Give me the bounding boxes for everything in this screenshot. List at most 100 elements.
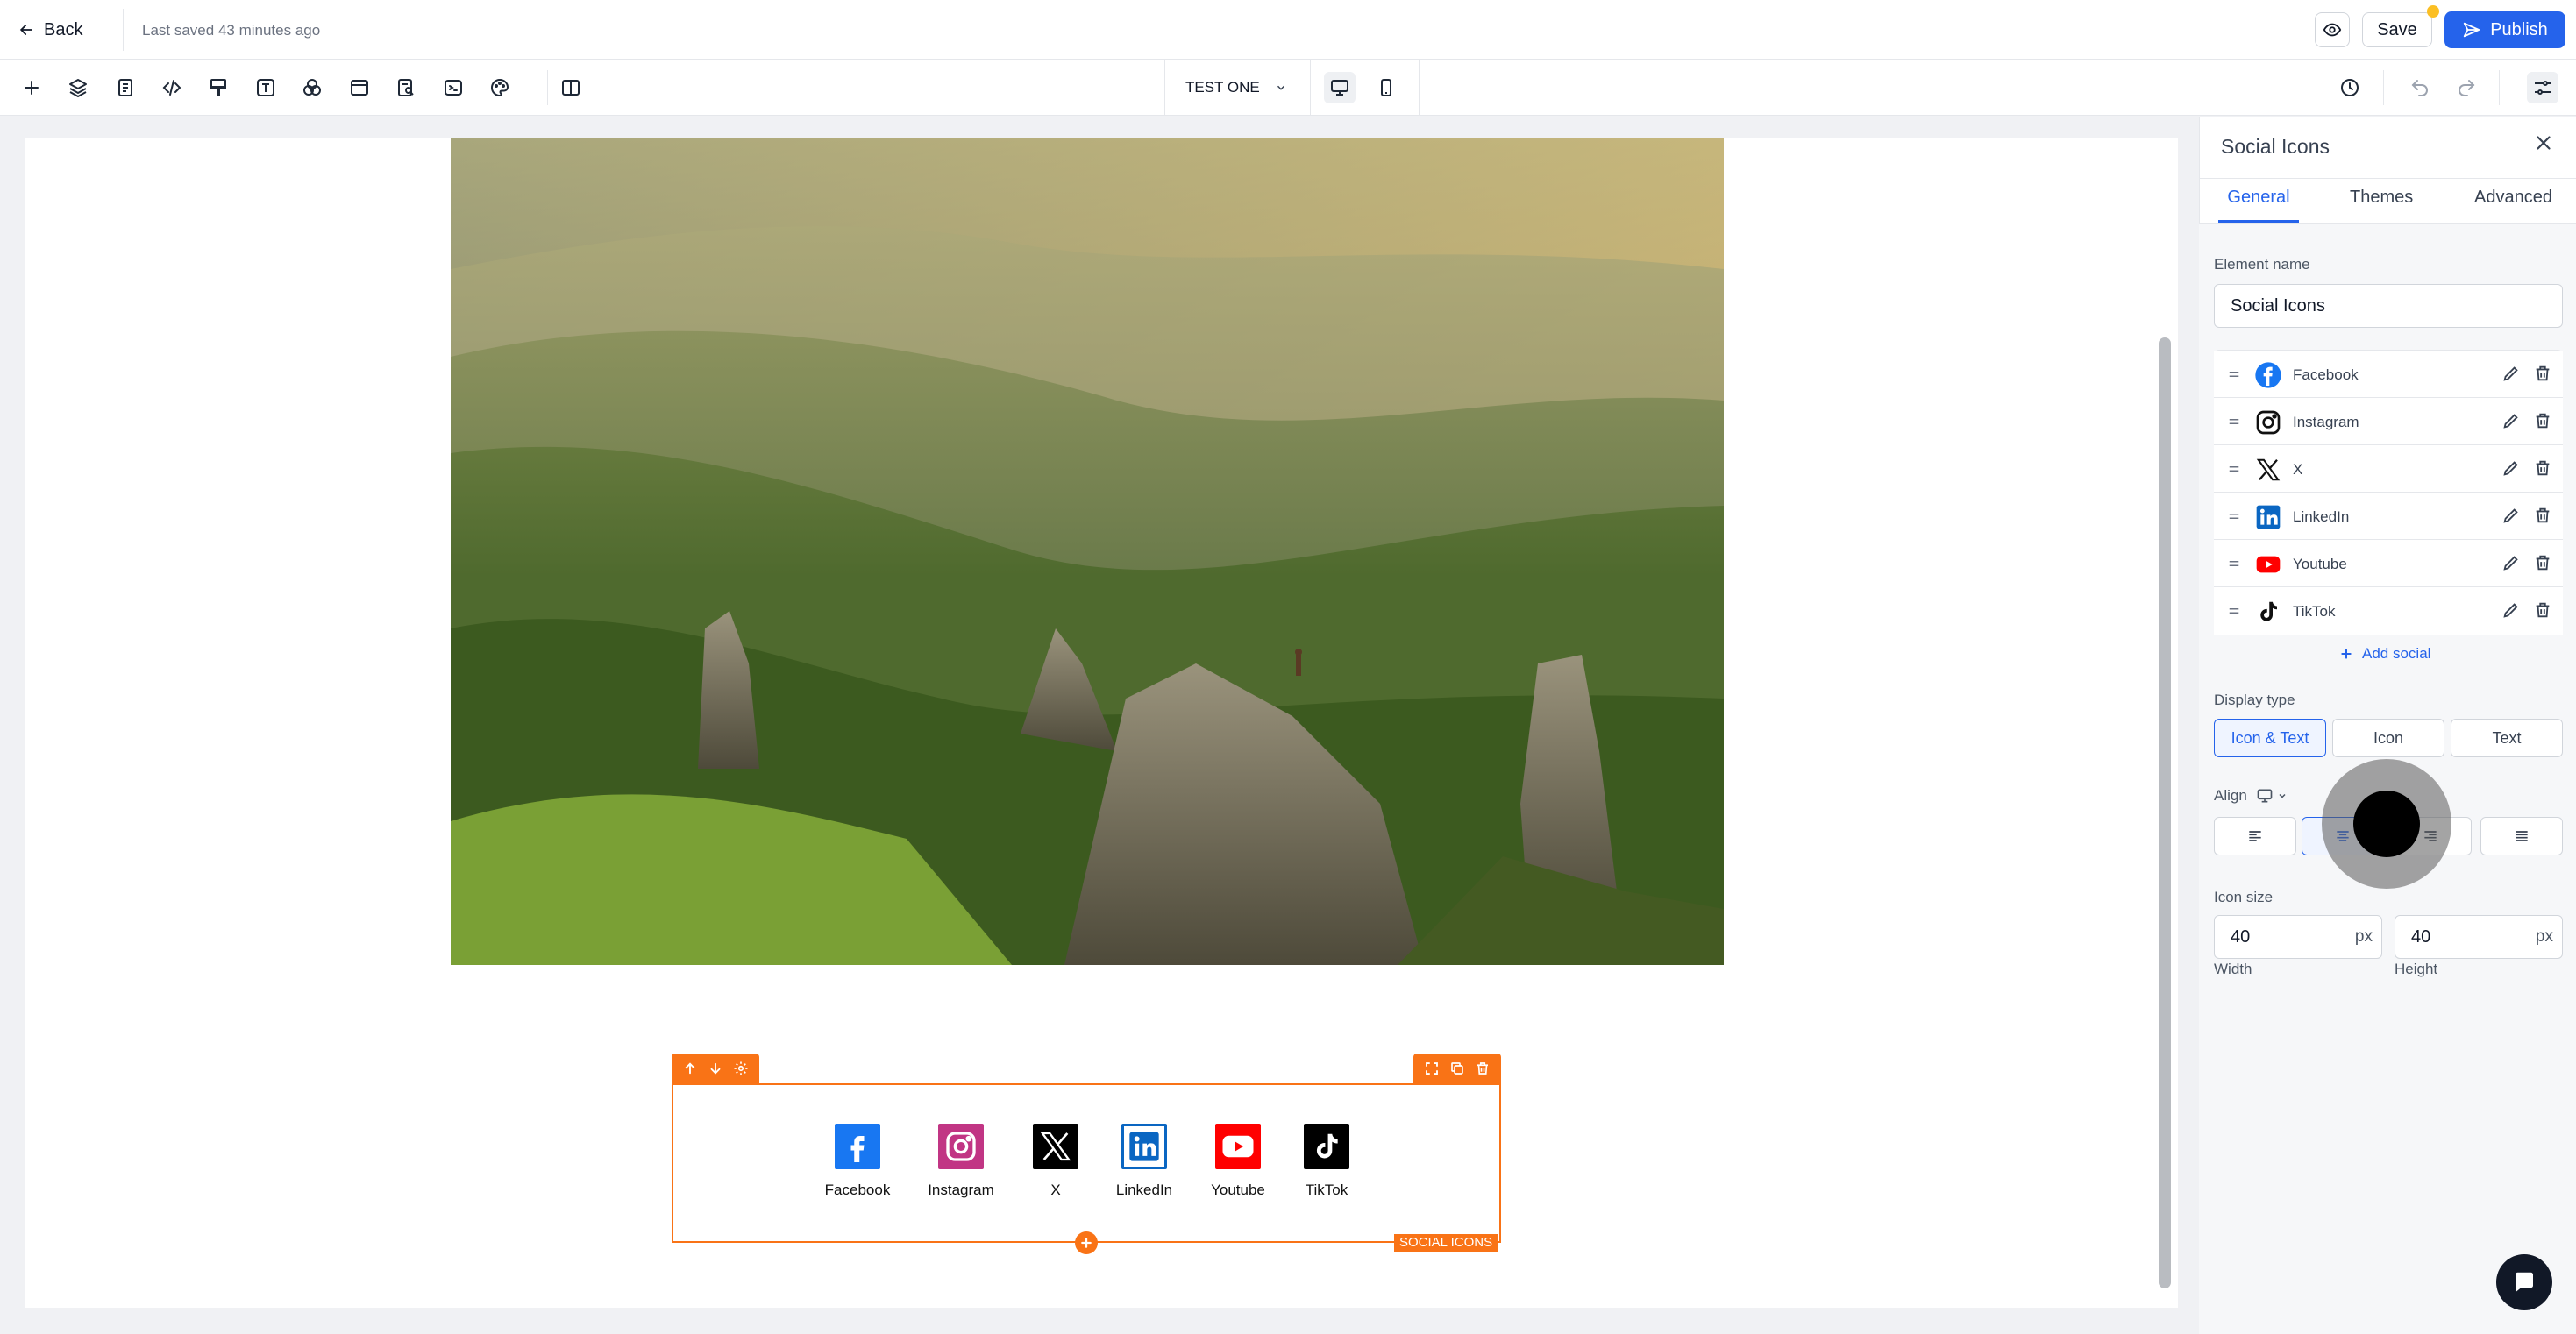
element-name-input[interactable]: Social Icons xyxy=(2214,284,2563,328)
expand-icon[interactable] xyxy=(1424,1061,1440,1076)
add-social-button[interactable]: Add social xyxy=(2339,645,2430,663)
display-type-text[interactable]: Text xyxy=(2451,719,2563,757)
social-row-instagram[interactable]: Instagram xyxy=(2214,398,2563,445)
social-name: LinkedIn xyxy=(2293,508,2350,525)
drag-handle-icon[interactable] xyxy=(2226,556,2242,571)
align-label-row: Align xyxy=(2214,787,2288,805)
social-row-facebook[interactable]: Facebook xyxy=(2214,351,2563,398)
terminal-icon[interactable] xyxy=(438,72,469,103)
social-item-youtube[interactable]: Youtube xyxy=(1190,1124,1286,1199)
close-icon[interactable] xyxy=(2532,131,2555,154)
publish-button[interactable]: Publish xyxy=(2444,11,2565,48)
editor-toolbar: TEST ONE xyxy=(0,60,2576,116)
social-label: TikTok xyxy=(1305,1181,1348,1198)
edit-icon[interactable] xyxy=(2501,411,2521,430)
drag-handle-icon[interactable] xyxy=(2226,508,2242,524)
social-label: LinkedIn xyxy=(1115,1181,1173,1198)
height-label: Height xyxy=(2395,961,2438,977)
edit-icon[interactable] xyxy=(2501,506,2521,525)
pages-icon[interactable] xyxy=(110,72,141,103)
social-label: Facebook xyxy=(824,1181,891,1198)
linkedin-icon xyxy=(1121,1124,1167,1169)
paint-icon[interactable] xyxy=(203,72,234,103)
mobile-view-icon[interactable] xyxy=(1370,72,1402,103)
move-up-icon[interactable] xyxy=(682,1061,698,1076)
icon-width-input[interactable]: 40 px xyxy=(2214,915,2382,959)
settings-sliders-icon[interactable] xyxy=(2527,72,2558,103)
tab-themes[interactable]: Themes xyxy=(2350,188,2413,208)
align-justify-button[interactable] xyxy=(2480,817,2563,855)
desktop-view-icon[interactable] xyxy=(1324,72,1356,103)
code-icon[interactable] xyxy=(156,72,188,103)
edit-icon[interactable] xyxy=(2501,458,2521,478)
trash-icon[interactable] xyxy=(2533,411,2552,430)
align-left-button[interactable] xyxy=(2214,817,2296,855)
drag-handle-icon[interactable] xyxy=(2226,461,2242,477)
history-icon[interactable] xyxy=(2334,72,2366,103)
social-row-x[interactable]: X xyxy=(2214,445,2563,493)
drag-handle-icon[interactable] xyxy=(2226,603,2242,619)
trash-icon[interactable] xyxy=(1475,1061,1491,1076)
panel-title: Social Icons xyxy=(2221,135,2330,158)
align-left-icon xyxy=(2249,831,2261,841)
element-type-tag: SOCIAL ICONS xyxy=(1394,1234,1498,1252)
save-button[interactable]: Save xyxy=(2362,12,2432,47)
saved-status: Last saved 43 minutes ago xyxy=(142,22,321,39)
edit-icon[interactable] xyxy=(2501,600,2521,620)
undo-icon[interactable] xyxy=(2404,72,2436,103)
social-item-facebook[interactable]: Facebook xyxy=(809,1124,906,1199)
redo-icon[interactable] xyxy=(2451,72,2482,103)
social-row-linkedin[interactable]: LinkedIn xyxy=(2214,493,2563,540)
preview-button[interactable] xyxy=(2315,12,2350,47)
palette-icon[interactable] xyxy=(484,72,516,103)
chat-button[interactable] xyxy=(2496,1254,2552,1310)
split-view-icon[interactable] xyxy=(555,72,587,103)
drag-handle-icon[interactable] xyxy=(2226,414,2242,429)
social-row-youtube[interactable]: Youtube xyxy=(2214,540,2563,587)
text-icon[interactable] xyxy=(250,72,281,103)
social-row-tiktok[interactable]: TikTok xyxy=(2214,587,2563,635)
tiktok-icon xyxy=(2254,598,2282,626)
add-icon[interactable] xyxy=(16,72,47,103)
duplicate-icon[interactable] xyxy=(1449,1061,1465,1076)
eye-icon xyxy=(2323,23,2342,37)
display-type-label: Display type xyxy=(2214,692,2295,708)
social-item-instagram[interactable]: Instagram xyxy=(913,1124,1009,1199)
trash-icon[interactable] xyxy=(2533,553,2552,572)
hero-image[interactable] xyxy=(451,138,1724,965)
trash-icon[interactable] xyxy=(2533,364,2552,383)
edit-icon[interactable] xyxy=(2501,364,2521,383)
social-item-linkedin[interactable]: LinkedIn xyxy=(1096,1124,1192,1199)
publish-label: Publish xyxy=(2490,19,2548,39)
youtube-icon xyxy=(1215,1124,1261,1169)
social-name: X xyxy=(2293,461,2303,478)
display-type-icon-text[interactable]: Icon & Text xyxy=(2214,719,2326,757)
gear-icon[interactable] xyxy=(733,1061,749,1076)
edit-icon[interactable] xyxy=(2501,553,2521,572)
plus-icon xyxy=(2341,649,2352,659)
back-button[interactable]: Back xyxy=(18,16,82,44)
icon-height-input[interactable]: 40 px xyxy=(2395,915,2563,959)
display-type-icon[interactable]: Icon xyxy=(2332,719,2444,757)
device-toggle[interactable] xyxy=(2256,787,2288,805)
trash-icon[interactable] xyxy=(2533,458,2552,478)
social-item-x[interactable]: X xyxy=(1007,1124,1104,1199)
layers-icon[interactable] xyxy=(62,72,94,103)
move-down-icon[interactable] xyxy=(708,1061,723,1076)
trash-icon[interactable] xyxy=(2533,506,2552,525)
shapes-icon[interactable] xyxy=(296,72,328,103)
divider xyxy=(1310,60,1311,116)
canvas-scrollbar[interactable] xyxy=(2159,337,2171,1288)
page-selector[interactable]: TEST ONE xyxy=(1175,72,1298,103)
social-item-tiktok[interactable]: TikTok xyxy=(1278,1124,1375,1199)
tab-advanced[interactable]: Advanced xyxy=(2474,188,2552,208)
layout-icon[interactable] xyxy=(344,72,375,103)
add-section-icon[interactable] xyxy=(1075,1231,1098,1254)
align-justify-icon xyxy=(2516,831,2528,841)
trash-icon[interactable] xyxy=(2533,600,2552,620)
seo-icon[interactable] xyxy=(390,72,422,103)
divider xyxy=(547,70,548,105)
tab-general[interactable]: General xyxy=(2218,188,2299,223)
width-label: Width xyxy=(2214,961,2252,977)
drag-handle-icon[interactable] xyxy=(2226,366,2242,382)
